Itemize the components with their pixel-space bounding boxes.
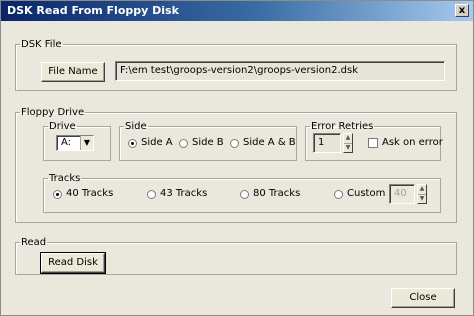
close-button[interactable]: Close xyxy=(391,288,455,308)
tracks-80-label[interactable]: 80 Tracks xyxy=(253,188,300,199)
side-a-label[interactable]: Side A xyxy=(141,137,173,148)
side-a-b-label[interactable]: Side A & B xyxy=(243,137,296,148)
drive-select[interactable]: A: ▼ xyxy=(56,135,94,151)
side-b-radio[interactable] xyxy=(179,139,188,148)
side-a-radio[interactable] xyxy=(128,139,137,148)
tracks-80-radio[interactable] xyxy=(240,190,249,199)
side-legend: Side xyxy=(125,121,147,132)
drive-select-value: A: xyxy=(61,137,72,148)
ask-on-error-checkbox[interactable] xyxy=(368,138,378,148)
side-b-label[interactable]: Side B xyxy=(192,137,224,148)
file-path-field[interactable]: F:\em test\groops-version2\groops-versio… xyxy=(115,61,445,81)
read-disk-button[interactable]: Read Disk xyxy=(40,252,106,274)
read-legend: Read xyxy=(21,237,47,248)
window-title: DSK Read From Floppy Disk xyxy=(7,4,179,17)
error-retries-legend: Error Retries xyxy=(311,121,374,132)
custom-tracks-spinner[interactable]: ▲ ▼ xyxy=(417,184,427,204)
custom-tracks-input[interactable]: 40 xyxy=(389,184,415,204)
dialog-window: DSK Read From Floppy Disk x DSK File Fil… xyxy=(0,0,474,316)
close-window-button[interactable]: x xyxy=(455,4,469,17)
retries-input[interactable]: 1 xyxy=(313,133,341,153)
tracks-40-radio[interactable] xyxy=(53,190,62,199)
title-bar[interactable]: DSK Read From Floppy Disk x xyxy=(1,1,473,21)
file-name-button[interactable]: File Name xyxy=(41,62,105,82)
side-a-b-radio[interactable] xyxy=(230,139,239,148)
spin-down-icon[interactable]: ▼ xyxy=(344,144,352,153)
dsk-file-legend: DSK File xyxy=(21,39,62,50)
drive-legend: Drive xyxy=(49,121,76,132)
floppy-drive-legend: Floppy Drive xyxy=(21,107,85,118)
retries-spinner[interactable]: ▲ ▼ xyxy=(343,133,353,153)
tracks-43-radio[interactable] xyxy=(147,190,156,199)
spin-up-icon[interactable]: ▲ xyxy=(344,134,352,144)
tracks-40-label[interactable]: 40 Tracks xyxy=(66,188,113,199)
tracks-43-label[interactable]: 43 Tracks xyxy=(160,188,207,199)
spin-down-icon[interactable]: ▼ xyxy=(418,195,426,204)
tracks-custom-label[interactable]: Custom xyxy=(347,188,385,199)
tracks-custom-radio[interactable] xyxy=(334,190,343,199)
spin-up-icon[interactable]: ▲ xyxy=(418,185,426,195)
tracks-legend: Tracks xyxy=(49,173,81,184)
ask-on-error-label[interactable]: Ask on error xyxy=(382,137,443,148)
chevron-down-icon[interactable]: ▼ xyxy=(80,136,93,150)
